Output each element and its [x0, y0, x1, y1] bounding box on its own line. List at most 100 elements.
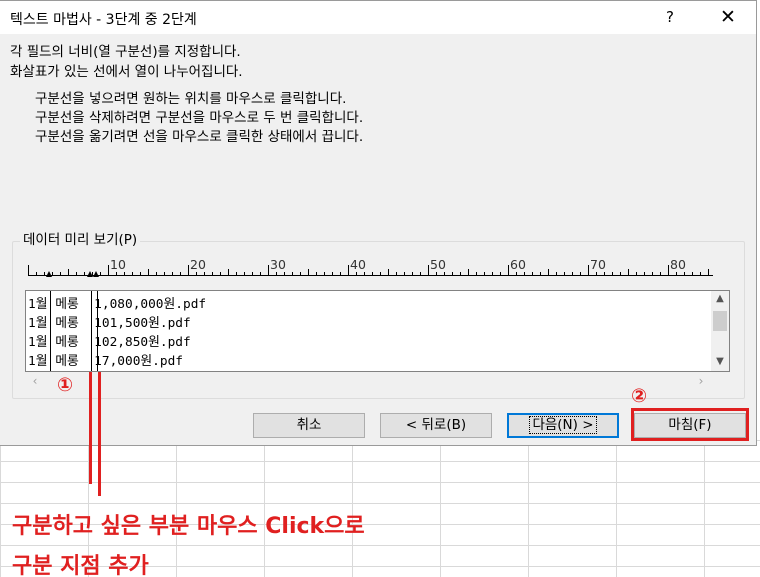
ruler-tick — [340, 272, 341, 275]
ruler-tick — [244, 272, 245, 275]
close-button[interactable]: ✕ — [705, 1, 751, 34]
annotation-text-1: 구분하고 싶은 부분 마우스 Click으로 — [12, 514, 365, 539]
ruler-tick — [388, 269, 389, 275]
marker-1: ① — [57, 374, 74, 396]
tip-line-3: 구분선을 옮기려면 선을 마우스로 클릭한 상태에서 끕니다. — [35, 129, 364, 145]
column-break-line[interactable] — [50, 291, 51, 371]
ruler-tick — [156, 272, 157, 275]
ruler-tick — [372, 272, 373, 275]
ruler-tick — [540, 272, 541, 275]
instruction-line-2: 화살표가 있는 선에서 열이 나누어집니다. — [10, 64, 243, 80]
ruler-label: 30 — [270, 257, 286, 272]
cancel-button[interactable]: 취소 — [253, 413, 365, 438]
ruler-tick — [84, 272, 85, 275]
ruler-tick — [628, 269, 629, 275]
ruler-tick — [140, 272, 141, 275]
ruler-tick — [332, 272, 333, 275]
ruler-tick — [36, 272, 37, 275]
ruler-tick — [220, 272, 221, 275]
ruler-tick — [396, 272, 397, 275]
scroll-up-arrow-icon[interactable]: ▲ — [711, 291, 729, 307]
back-button[interactable]: < 뒤로(B) — [380, 413, 492, 438]
dialog-title: 텍스트 마법사 - 3단계 중 2단계 — [10, 12, 197, 28]
ruler-tick — [108, 265, 109, 275]
ruler-tick — [68, 269, 69, 275]
ruler-tick — [708, 269, 709, 275]
ruler-tick — [596, 272, 597, 275]
ruler-tick — [700, 272, 701, 275]
ruler-label: 50 — [430, 257, 446, 272]
next-button[interactable]: 다음(N) > — [507, 413, 619, 438]
preview-row: 1월 메롱 17,000원.pdf — [28, 354, 183, 369]
ruler-tick — [188, 265, 189, 275]
scroll-thumb[interactable] — [713, 311, 727, 331]
ruler-tick — [556, 272, 557, 275]
ruler-tick — [604, 272, 605, 275]
ruler-tick — [116, 272, 117, 275]
ruler-tick — [428, 265, 429, 275]
ruler-tick — [260, 272, 261, 275]
marker-2: ② — [631, 385, 648, 407]
ruler-tick — [164, 272, 165, 275]
help-button[interactable]: ? — [650, 1, 690, 34]
ruler-tick — [620, 272, 621, 275]
ruler-tick — [612, 272, 613, 275]
ruler-label: 10 — [110, 257, 126, 272]
ruler-tick — [196, 272, 197, 275]
ruler-tick — [252, 272, 253, 275]
annotation-line — [98, 372, 101, 496]
ruler-tick — [284, 272, 285, 275]
scroll-down-arrow-icon[interactable]: ▼ — [711, 354, 729, 370]
text-wizard-dialog: 텍스트 마법사 - 3단계 중 2단계 ? ✕ 각 필드의 너비(열 구분선)를… — [0, 0, 757, 446]
ruler-label: 60 — [510, 257, 526, 272]
annotation-text-2: 구분 지점 추가 — [12, 554, 149, 577]
ruler-tick — [364, 272, 365, 275]
title-bar: 텍스트 마법사 - 3단계 중 2단계 ? ✕ — [0, 1, 756, 34]
column-break-arrow-icon[interactable] — [46, 271, 52, 277]
ruler-tick — [572, 272, 573, 275]
ruler-tick — [60, 272, 61, 275]
ruler-baseline — [28, 275, 713, 276]
ruler-label: 80 — [670, 257, 686, 272]
ruler-tick — [212, 272, 213, 275]
column-break-line[interactable] — [91, 291, 92, 371]
horizontal-scrollbar[interactable]: ‹ › — [25, 372, 715, 390]
ruler-tick — [148, 269, 149, 275]
ruler-tick — [172, 272, 173, 275]
ruler-tick — [500, 272, 501, 275]
ruler-tick — [412, 272, 413, 275]
ruler-tick — [468, 269, 469, 275]
ruler-tick — [636, 272, 637, 275]
ruler-tick — [228, 269, 229, 275]
ruler-tick — [492, 272, 493, 275]
ruler-label: 20 — [190, 257, 206, 272]
ruler-tick — [236, 272, 237, 275]
scroll-right-arrow-icon[interactable]: › — [693, 372, 709, 390]
ruler-tick — [28, 265, 29, 275]
column-ruler[interactable]: 10 20 30 40 50 60 70 80 — [28, 257, 713, 277]
data-preview-pane[interactable]: 1월 메롱 1,080,000원.pdf 1월 메롱 101,500원.pdf … — [25, 290, 730, 372]
ruler-tick — [668, 265, 669, 275]
scroll-left-arrow-icon[interactable]: ‹ — [27, 372, 43, 390]
ruler-tick — [580, 272, 581, 275]
ruler-tick — [484, 272, 485, 275]
ruler-tick — [452, 272, 453, 275]
ruler-tick — [404, 272, 405, 275]
ruler-tick — [180, 272, 181, 275]
preview-row: 1월 메롱 101,500원.pdf — [28, 316, 191, 331]
ruler-tick — [76, 272, 77, 275]
vertical-scrollbar[interactable]: ▲ ▼ — [711, 291, 729, 371]
ruler-tick — [588, 265, 589, 275]
ruler-tick — [444, 272, 445, 275]
ruler-tick — [684, 272, 685, 275]
ruler-tick — [380, 272, 381, 275]
finish-highlight-box — [631, 408, 749, 441]
column-break-arrow-icon[interactable] — [93, 271, 99, 277]
ruler-tick — [316, 272, 317, 275]
ruler-tick — [44, 272, 45, 275]
column-break-line[interactable] — [97, 291, 98, 371]
ruler-tick — [356, 272, 357, 275]
data-preview-label: 데이터 미리 보기(P) — [20, 228, 141, 248]
ruler-tick — [460, 272, 461, 275]
ruler-tick — [564, 272, 565, 275]
